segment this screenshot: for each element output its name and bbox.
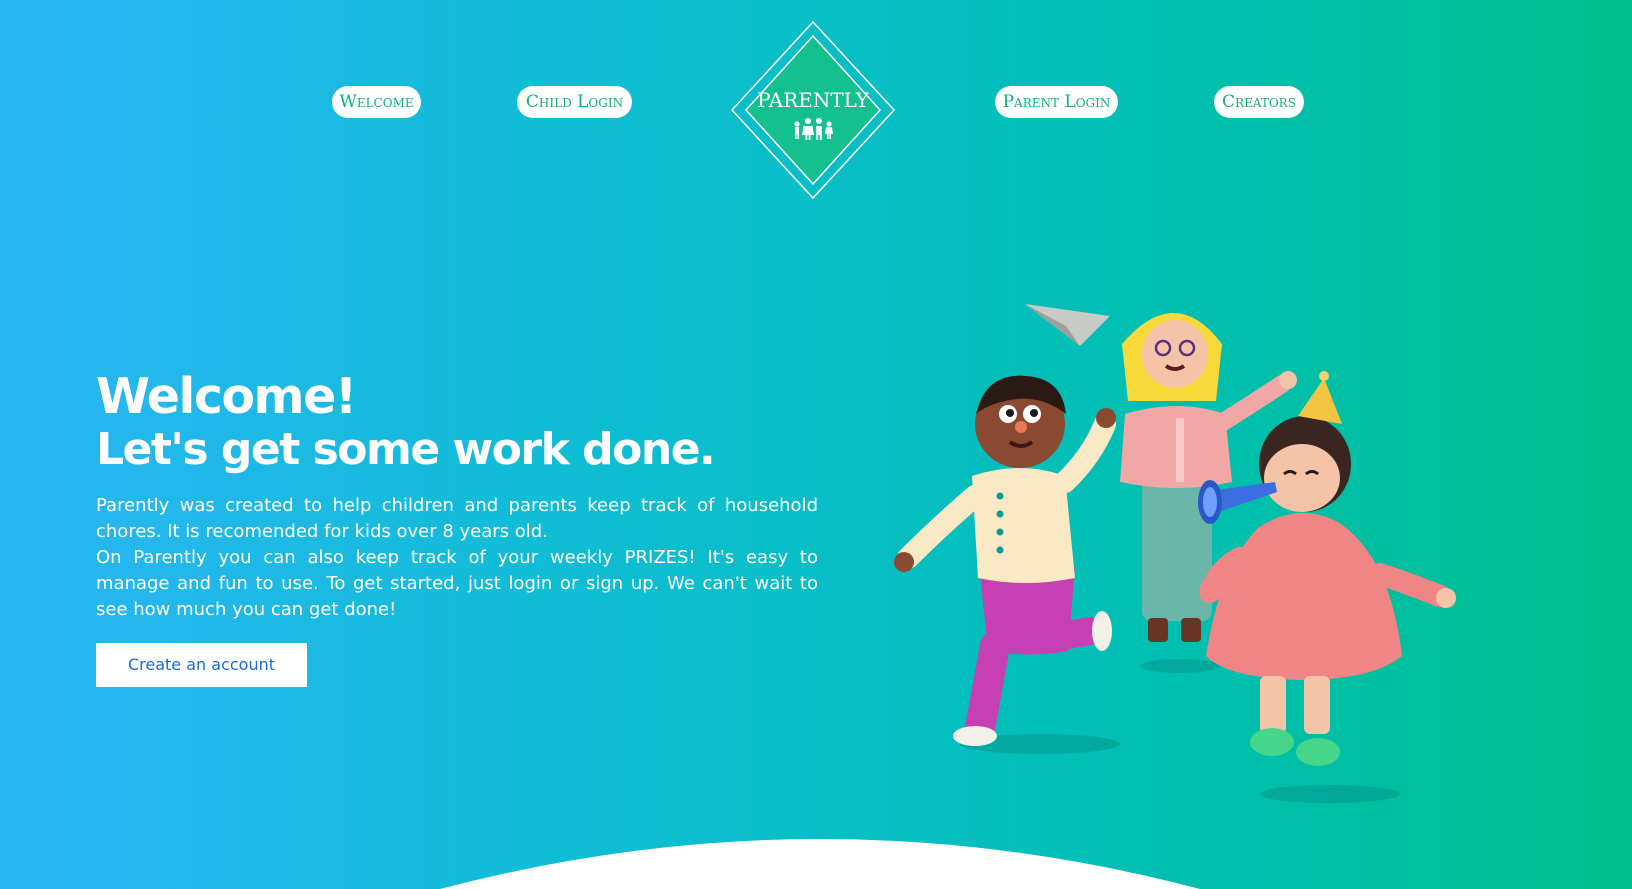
hero-paragraph-intro: Parently was created to help children an… (96, 495, 818, 542)
nav-welcome-link[interactable]: Welcome (332, 86, 421, 118)
nav-parent-login-link[interactable]: Parent Login (995, 86, 1118, 118)
hero-title-tagline: Let's get some work done. (96, 424, 716, 475)
bottom-wave (440, 839, 1200, 889)
logo-text: PARENTLY (757, 88, 870, 112)
create-account-button[interactable]: Create an account (96, 643, 307, 687)
nav-creators-link[interactable]: Creators (1214, 86, 1304, 118)
hero-paragraph-prizes: On Parently you can also keep track of y… (96, 547, 818, 620)
parently-logo[interactable]: PARENTLY (730, 20, 896, 200)
hero-title-welcome: Welcome! (96, 368, 357, 425)
kids-illustration (880, 296, 1500, 816)
nav-child-login-link[interactable]: Child Login (517, 86, 632, 118)
